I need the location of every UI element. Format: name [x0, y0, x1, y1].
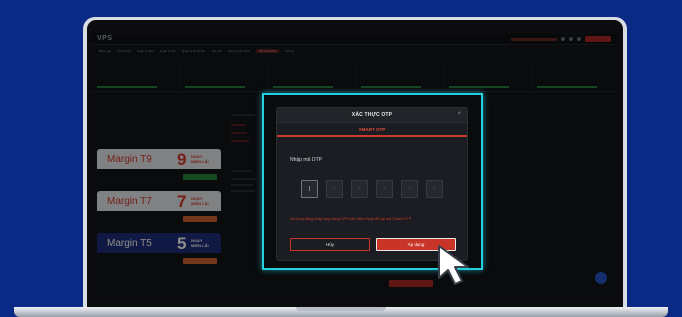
modal-title: XÁC THỰC OTP: [351, 112, 393, 118]
modal-header: XÁC THỰC OTP ×: [277, 108, 467, 123]
tab-label: SMART OTP: [358, 127, 386, 132]
otp-instruction: Vui lòng đăng nhập ứng dụng VPS trên điệ…: [290, 217, 412, 221]
laptop-notch: [296, 307, 386, 311]
cancel-button[interactable]: Hủy: [290, 238, 370, 251]
otp-digit-input[interactable]: -: [401, 180, 418, 198]
otp-digit-input[interactable]: -: [426, 180, 443, 198]
tab-smart-otp[interactable]: SMART OTP: [277, 123, 467, 137]
mouse-cursor-icon: [438, 245, 469, 285]
close-icon[interactable]: ×: [457, 111, 461, 117]
otp-digit-input[interactable]: -: [376, 180, 393, 198]
otp-input-group: | - - - - -: [301, 180, 443, 198]
otp-digit-input[interactable]: -: [326, 180, 343, 198]
otp-digit-input[interactable]: -: [351, 180, 368, 198]
otp-modal: XÁC THỰC OTP × SMART OTP Nhập mã OTP | - -…: [276, 107, 468, 261]
otp-label: Nhập mã OTP: [290, 157, 322, 163]
otp-digit-input[interactable]: |: [301, 180, 318, 198]
